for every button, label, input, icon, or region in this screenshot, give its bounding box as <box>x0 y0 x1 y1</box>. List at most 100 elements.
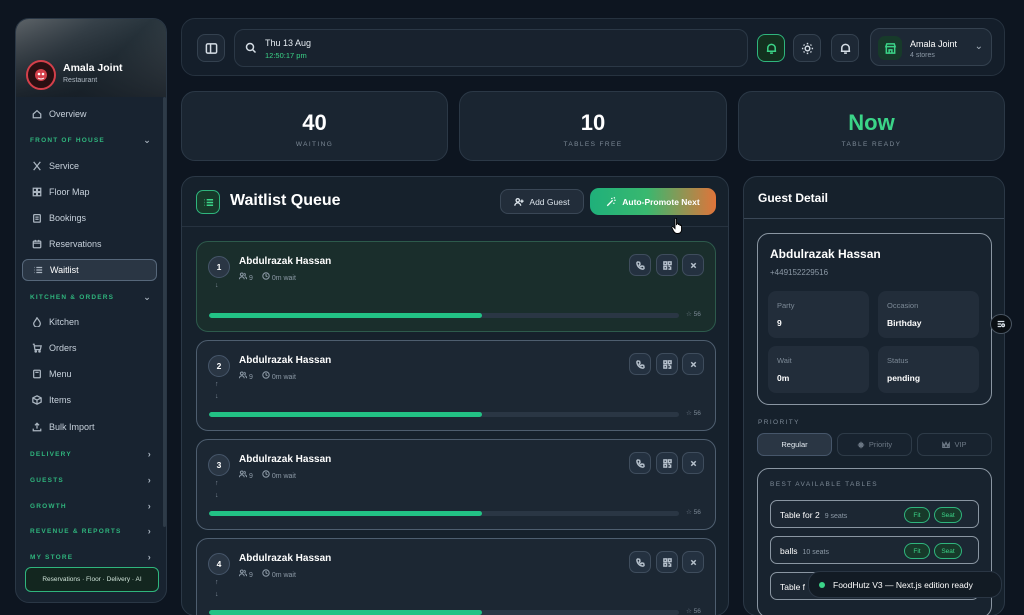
section-growth[interactable]: GROWTH › <box>30 501 152 511</box>
qr-code-icon <box>662 458 672 468</box>
reorder-arrows[interactable]: ↑ ↓ <box>215 577 219 601</box>
close-icon <box>690 361 696 367</box>
sidebar-item-kitchen[interactable]: Kitchen <box>22 311 157 333</box>
sidebar-item-waitlist[interactable]: Waitlist <box>22 259 157 281</box>
home-icon <box>32 109 42 119</box>
store-switcher[interactable]: Amala Joint 4 stores ⌄ <box>870 28 992 66</box>
seat-button[interactable]: Seat <box>934 543 962 559</box>
waitlist-entry[interactable]: 2 ↑ ↓ Abdulrazak Hassan 9 0m wait ☆ 56 <box>196 340 716 431</box>
feature-summary: Reservations · Floor · Delivery · AI <box>25 567 159 592</box>
reorder-arrows[interactable]: ↓ <box>215 280 219 292</box>
stat-tables-free: 10 TABLES FREE <box>459 91 727 161</box>
table-name: balls 10 seats <box>780 546 829 556</box>
reorder-arrows[interactable]: ↑ ↓ <box>215 478 219 502</box>
tables-label: BEST AVAILABLE TABLES <box>770 481 878 488</box>
waitlist-entry[interactable]: 3 ↑ ↓ Abdulrazak Hassan 9 0m wait ☆ 56 <box>196 439 716 530</box>
remove-entry-button[interactable] <box>682 551 704 573</box>
current-time: 12:50:17 pm <box>265 51 307 60</box>
arrow-down-icon[interactable]: ↓ <box>215 591 219 598</box>
restaurant-logo[interactable] <box>26 60 56 90</box>
section-revenue-reports[interactable]: REVENUE & REPORTS › <box>30 527 152 536</box>
arrow-down-icon[interactable]: ↓ <box>215 492 219 499</box>
table-option[interactable]: Table for 29 seats Fit Seat <box>770 500 979 528</box>
sidebar-item-items[interactable]: Items <box>22 389 157 411</box>
side-panel-toggle-button[interactable] <box>990 314 1012 334</box>
queue-header: Waitlist Queue Add Guest Auto-Promote Ne… <box>182 177 728 227</box>
section-guests[interactable]: GUESTS › <box>30 476 152 485</box>
qr-code-button[interactable] <box>656 353 678 375</box>
guest-name: Abdulrazak Hassan <box>239 256 332 267</box>
qr-code-button[interactable] <box>656 254 678 276</box>
sidebar-item-bulk-import[interactable]: Bulk Import <box>22 416 157 438</box>
clock-icon <box>262 569 270 577</box>
stat-label: WAITING <box>295 141 334 148</box>
phone-icon <box>635 359 645 369</box>
users-icon <box>238 470 248 478</box>
sidebar-item-reservations[interactable]: Reservations <box>22 233 157 255</box>
call-guest-button[interactable] <box>629 353 651 375</box>
section-delivery[interactable]: DELIVERY › <box>30 450 152 459</box>
waitlist-entry[interactable]: 4 ↑ ↓ Abdulrazak Hassan 9 0m wait ☆ 56 <box>196 538 716 615</box>
sidebar-item-orders[interactable]: Orders <box>22 337 157 359</box>
priority-progress-bar <box>209 412 679 417</box>
section-kitchen-orders[interactable]: KITCHEN & ORDERS ⌄ <box>30 292 152 302</box>
section-my-store[interactable]: MY STORE › <box>30 553 152 562</box>
call-guest-button[interactable] <box>629 551 651 573</box>
arrow-up-icon[interactable]: ↑ <box>215 381 219 388</box>
reorder-arrows[interactable]: ↑ ↓ <box>215 379 219 403</box>
priority-vip-button[interactable]: VIP <box>917 433 992 456</box>
stat-value: 40 <box>302 110 327 135</box>
auto-promote-button[interactable]: Auto-Promote Next <box>590 188 716 215</box>
sidebar-item-menu[interactable]: Menu <box>22 363 157 385</box>
list-icon <box>196 190 220 214</box>
party-size: 9 <box>238 470 253 480</box>
guest-name: Abdulrazak Hassan <box>239 553 332 564</box>
chevron-right-icon: › <box>147 501 152 511</box>
remove-entry-button[interactable] <box>682 353 704 375</box>
arrow-down-icon[interactable]: ↓ <box>215 282 219 289</box>
users-icon <box>238 371 248 379</box>
seat-button[interactable]: Seat <box>934 507 962 523</box>
sidebar-item-floor-map[interactable]: Floor Map <box>22 181 157 203</box>
search-bar[interactable]: Thu 13 Aug 12:50:17 pm <box>234 29 748 67</box>
crown-icon <box>942 440 951 448</box>
stat-waiting: 40 WAITING <box>181 91 448 161</box>
sidebar-scrollbar[interactable] <box>163 97 166 527</box>
theme-toggle-button[interactable] <box>793 34 821 62</box>
priority-priority-button[interactable]: Priority <box>837 433 912 456</box>
priority-progress-bar <box>209 511 679 516</box>
sidebar-toggle-icon <box>205 42 217 54</box>
sidebar-item-bookings[interactable]: Bookings <box>22 207 157 229</box>
arrow-down-icon[interactable]: ↓ <box>215 393 219 400</box>
priority-regular-button[interactable]: Regular <box>757 433 832 456</box>
call-guest-button[interactable] <box>629 452 651 474</box>
progress-fill <box>209 610 482 615</box>
waitlist-entry[interactable]: 1 ↓ Abdulrazak Hassan 9 0m wait ☆ 56 <box>196 241 716 332</box>
menu-book-icon <box>33 369 41 379</box>
users-icon <box>238 272 248 280</box>
qr-code-button[interactable] <box>656 452 678 474</box>
table-option[interactable]: balls 10 seats Fit Seat <box>770 536 979 564</box>
chevron-down-icon: ⌄ <box>143 292 152 302</box>
section-front-of-house[interactable]: FRONT OF HOUSE ⌄ <box>30 136 152 145</box>
table-name: Table f <box>780 582 806 592</box>
priority-score: ☆ 56 <box>686 311 701 318</box>
list-settings-icon <box>997 320 1006 328</box>
wait-time: 0m wait <box>262 371 296 381</box>
toggle-sidebar-button[interactable] <box>197 34 225 62</box>
call-guest-button[interactable] <box>629 254 651 276</box>
notifications-button[interactable] <box>831 34 859 62</box>
party-size: 9 <box>238 272 253 282</box>
clock-icon <box>262 272 270 280</box>
qr-code-button[interactable] <box>656 551 678 573</box>
alerts-button[interactable] <box>757 34 785 62</box>
stat-value: Now <box>848 110 895 135</box>
fit-badge: Fit <box>904 507 930 523</box>
sidebar-item-service[interactable]: Service <box>22 155 157 177</box>
remove-entry-button[interactable] <box>682 452 704 474</box>
sidebar-item-overview[interactable]: Overview <box>22 103 157 125</box>
remove-entry-button[interactable] <box>682 254 704 276</box>
arrow-up-icon[interactable]: ↑ <box>215 579 219 586</box>
arrow-up-icon[interactable]: ↑ <box>215 480 219 487</box>
add-guest-button[interactable]: Add Guest <box>500 189 584 214</box>
